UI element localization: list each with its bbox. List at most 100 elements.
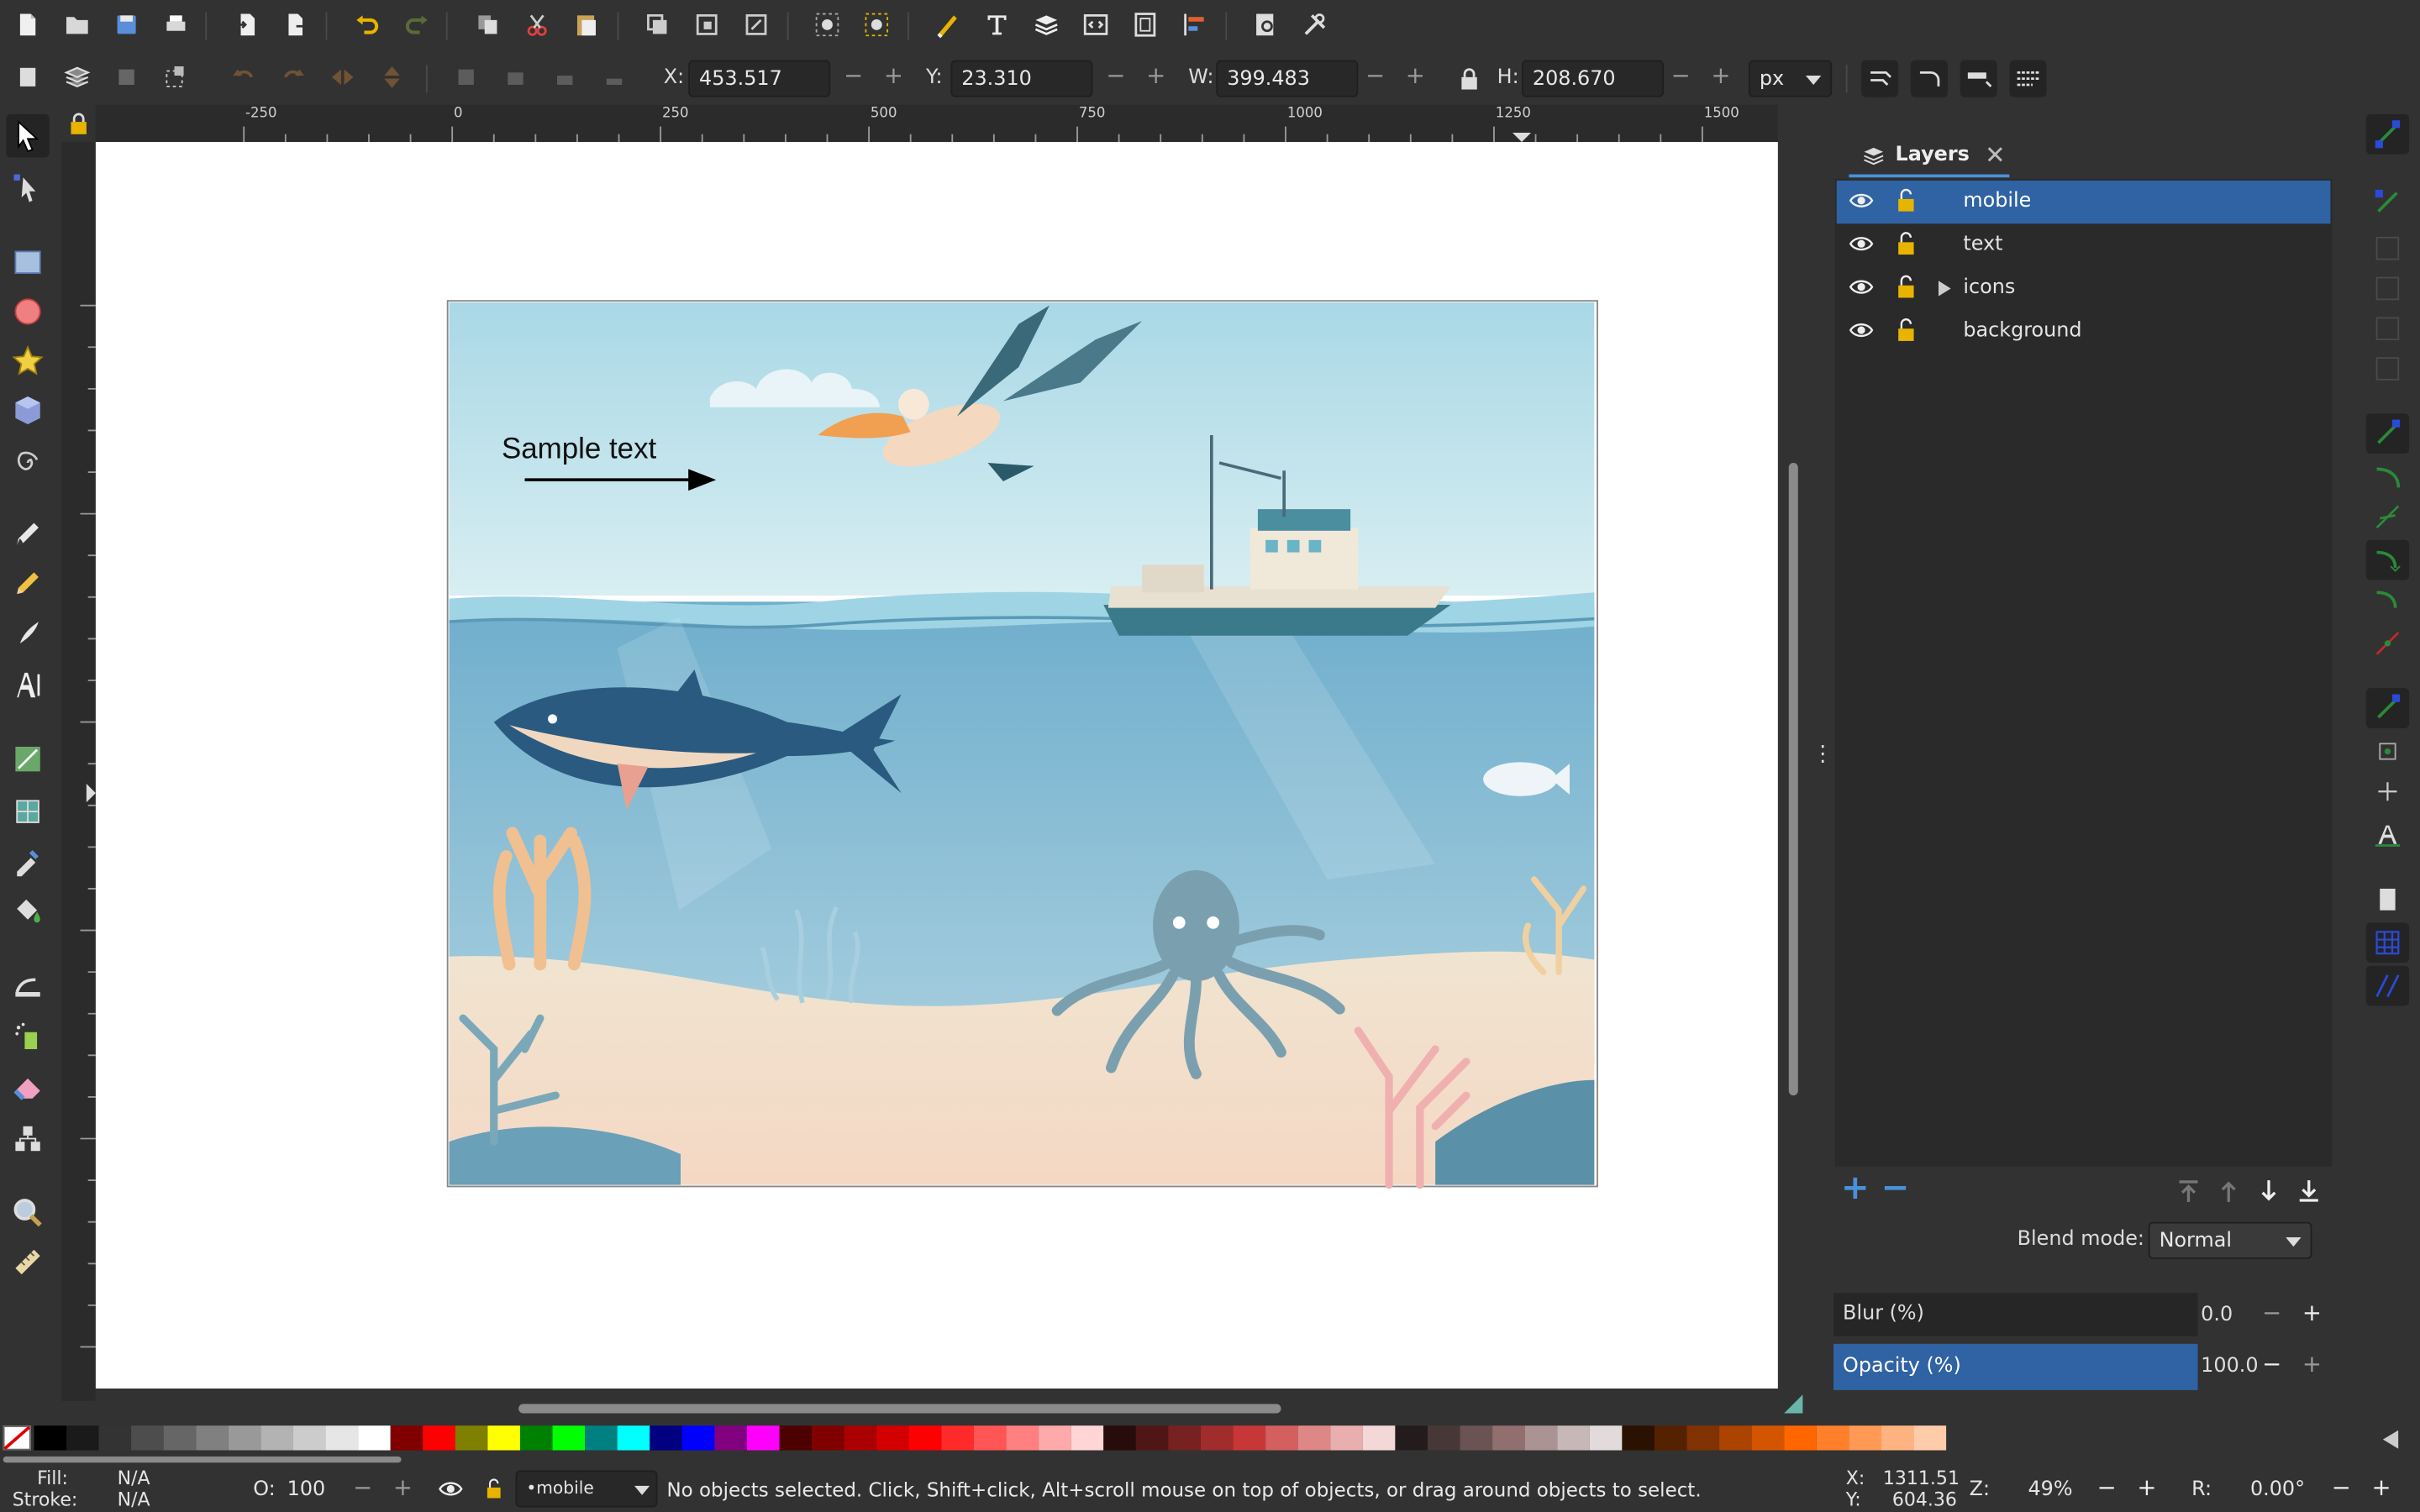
color-swatch[interactable] bbox=[1168, 1425, 1201, 1451]
palette-scrollbar[interactable] bbox=[0, 1453, 2420, 1466]
raise-to-top-button[interactable] bbox=[448, 59, 485, 96]
blend-mode-select[interactable]: Normal bbox=[2148, 1221, 2312, 1259]
h-field[interactable]: 208.670 bbox=[1522, 60, 1665, 97]
align-distribute-button[interactable] bbox=[1176, 6, 1213, 43]
color-swatch[interactable] bbox=[325, 1425, 359, 1451]
blur-slider[interactable]: Blur (%) bbox=[1833, 1293, 2198, 1336]
snap-bbox-midpoint-button[interactable] bbox=[2366, 308, 2409, 349]
opacity-short-decrement-button[interactable]: − bbox=[349, 1473, 376, 1501]
color-swatch[interactable] bbox=[1492, 1425, 1525, 1451]
unlink-clone-button[interactable] bbox=[738, 6, 775, 43]
color-swatch[interactable] bbox=[941, 1425, 974, 1451]
selector-tool[interactable] bbox=[6, 113, 50, 158]
layer-up-button[interactable] bbox=[2210, 1173, 2247, 1210]
color-swatch[interactable] bbox=[1784, 1425, 1817, 1451]
color-swatch[interactable] bbox=[1071, 1425, 1104, 1451]
layer-row-icons[interactable]: icons bbox=[1837, 267, 2331, 310]
color-swatch[interactable] bbox=[844, 1425, 877, 1451]
color-swatch[interactable] bbox=[746, 1425, 780, 1451]
undo-button[interactable] bbox=[349, 6, 386, 43]
redo-button[interactable] bbox=[398, 6, 435, 43]
snap-smooth-node-button[interactable] bbox=[2366, 580, 2409, 621]
color-swatch[interactable] bbox=[617, 1425, 650, 1451]
snap-midpoint-button[interactable] bbox=[2366, 623, 2409, 664]
raise-button[interactable] bbox=[497, 59, 534, 96]
layer-row-background[interactable]: background bbox=[1837, 310, 2331, 353]
color-swatch[interactable] bbox=[876, 1425, 909, 1451]
rotation-decrement-button[interactable]: − bbox=[2328, 1473, 2355, 1501]
sample-text[interactable]: Sample text bbox=[502, 433, 656, 467]
opacity-value[interactable]: 100.0 bbox=[2201, 1355, 2258, 1378]
color-swatch[interactable] bbox=[1039, 1425, 1071, 1451]
connector-tool[interactable] bbox=[6, 1117, 49, 1160]
layer-to-top-button[interactable] bbox=[2170, 1173, 2207, 1210]
expand-triangle-icon[interactable] bbox=[1938, 281, 1951, 297]
spiral-tool[interactable] bbox=[6, 441, 49, 484]
w-increment-button[interactable]: + bbox=[1402, 61, 1429, 89]
color-swatch[interactable] bbox=[585, 1425, 618, 1451]
lower-button[interactable] bbox=[546, 59, 583, 96]
color-swatch[interactable] bbox=[650, 1425, 682, 1451]
select-all-layers-button[interactable] bbox=[59, 59, 96, 96]
w-field[interactable]: 399.483 bbox=[1216, 60, 1359, 97]
y-increment-button[interactable]: + bbox=[1142, 61, 1170, 89]
stroke-value[interactable]: N/A bbox=[118, 1488, 150, 1510]
add-layer-button[interactable]: + bbox=[1837, 1172, 1874, 1210]
color-swatch[interactable] bbox=[1330, 1425, 1363, 1451]
mesh-tool[interactable] bbox=[6, 790, 49, 832]
color-swatch[interactable] bbox=[1362, 1425, 1396, 1451]
opacity-increment-button[interactable]: + bbox=[2298, 1350, 2326, 1378]
color-swatch[interactable] bbox=[1265, 1425, 1298, 1451]
color-swatch[interactable] bbox=[1006, 1425, 1039, 1451]
color-swatch[interactable] bbox=[1297, 1425, 1331, 1451]
color-swatch[interactable] bbox=[196, 1425, 229, 1451]
rotation-increment-button[interactable]: + bbox=[2368, 1473, 2396, 1501]
snap-intersection-button[interactable] bbox=[2366, 496, 2409, 537]
layer-row-text[interactable]: text bbox=[1837, 223, 2331, 266]
color-swatch[interactable] bbox=[1622, 1425, 1655, 1451]
color-swatch[interactable] bbox=[423, 1425, 455, 1451]
color-swatch[interactable] bbox=[1654, 1425, 1687, 1451]
h-increment-button[interactable]: + bbox=[1707, 61, 1734, 89]
snap-text-baseline-button[interactable] bbox=[2366, 815, 2409, 855]
transform-gradients-button[interactable] bbox=[1960, 60, 1997, 97]
horizontal-scrollbar[interactable] bbox=[95, 1389, 1778, 1420]
color-swatch[interactable] bbox=[1427, 1425, 1460, 1451]
text-font-dialog-button[interactable] bbox=[978, 6, 1015, 43]
color-swatch[interactable] bbox=[1849, 1425, 1881, 1451]
color-swatch[interactable] bbox=[519, 1425, 553, 1451]
preferences-button[interactable] bbox=[1297, 6, 1334, 43]
vertical-scrollbar[interactable] bbox=[1777, 141, 1809, 1401]
opacity-decrement-button[interactable]: − bbox=[2258, 1350, 2286, 1378]
h-decrement-button[interactable]: − bbox=[1667, 61, 1695, 89]
flip-vertical-button[interactable] bbox=[373, 59, 410, 96]
unlock-icon[interactable] bbox=[1896, 318, 1918, 342]
color-swatch[interactable] bbox=[455, 1425, 488, 1451]
3d-box-tool[interactable] bbox=[6, 389, 49, 432]
dropper-tool[interactable] bbox=[6, 839, 49, 882]
ellipse-tool[interactable] bbox=[6, 290, 49, 333]
snap-bbox-edge-button[interactable] bbox=[2366, 228, 2409, 269]
clone-button[interactable] bbox=[688, 6, 725, 43]
color-swatch[interactable] bbox=[1719, 1425, 1752, 1451]
color-swatch[interactable] bbox=[390, 1425, 424, 1451]
unlock-icon[interactable] bbox=[1896, 188, 1918, 213]
color-swatch[interactable] bbox=[131, 1425, 164, 1451]
gradient-tool[interactable] bbox=[6, 738, 49, 780]
color-swatch[interactable] bbox=[487, 1425, 520, 1451]
new-document-button[interactable] bbox=[9, 6, 46, 43]
lower-to-bottom-button[interactable] bbox=[596, 59, 633, 96]
color-swatch[interactable] bbox=[1200, 1425, 1234, 1451]
color-swatch[interactable] bbox=[228, 1425, 261, 1451]
color-swatch[interactable] bbox=[812, 1425, 844, 1451]
layers-dialog-button[interactable] bbox=[1028, 6, 1065, 43]
fill-stroke-dialog-button[interactable] bbox=[929, 6, 966, 43]
y-decrement-button[interactable]: − bbox=[1102, 61, 1129, 89]
color-swatch[interactable] bbox=[1135, 1425, 1169, 1451]
select-touch-button[interactable] bbox=[157, 59, 194, 96]
snap-center-button[interactable] bbox=[2366, 732, 2409, 772]
snap-guide-button[interactable] bbox=[2365, 965, 2410, 1006]
canvas[interactable]: Sample text bbox=[95, 141, 1778, 1389]
star-tool[interactable] bbox=[6, 339, 49, 382]
unlock-icon[interactable] bbox=[1896, 275, 1918, 299]
